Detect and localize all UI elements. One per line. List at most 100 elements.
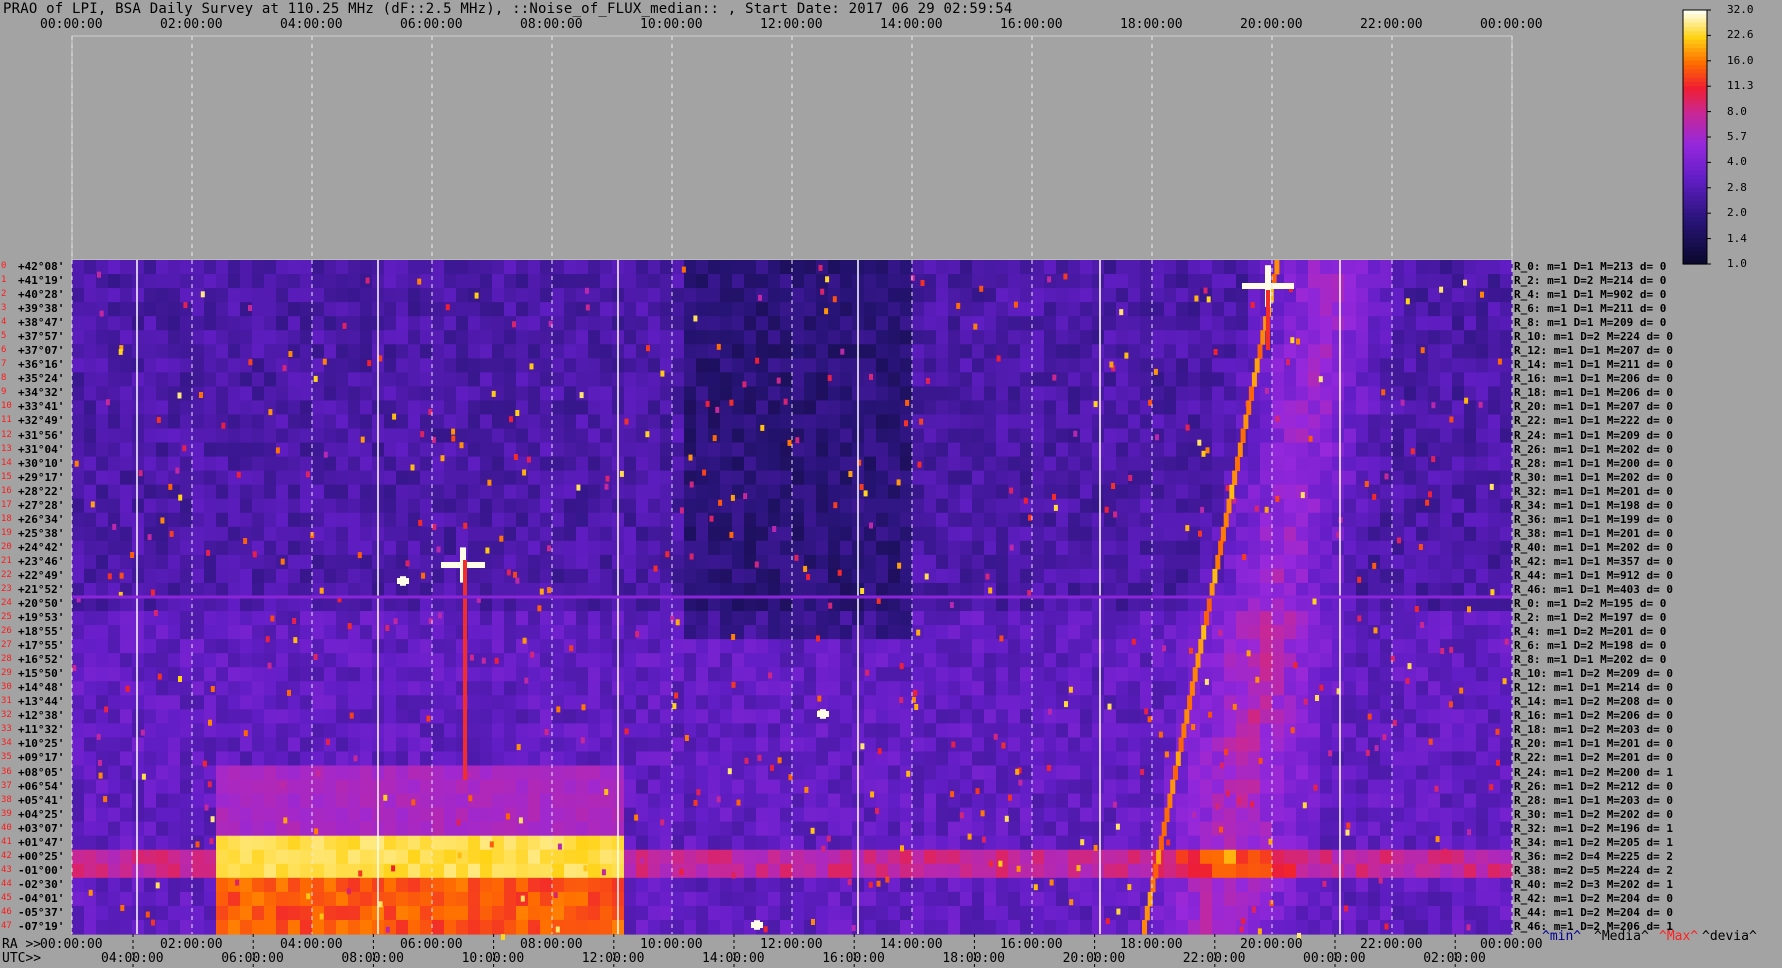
heatmap-cell <box>288 695 301 710</box>
heatmap-cell <box>1188 751 1201 767</box>
heatmap-cell <box>1200 400 1213 416</box>
heatmap-cell <box>1224 821 1237 837</box>
heatmap-cell <box>108 639 121 654</box>
heatmap-cell <box>72 779 85 795</box>
heatmap-cell <box>360 260 373 275</box>
heatmap-cell <box>864 442 877 458</box>
heatmap-cell <box>348 470 361 486</box>
heatmap-cell <box>1320 260 1333 275</box>
heatmap-cell <box>1428 512 1441 528</box>
heatmap-cell <box>420 302 433 317</box>
heatmap-cell <box>768 695 781 710</box>
heatmap-cell <box>1092 779 1105 795</box>
heatmap-cell <box>1200 765 1213 781</box>
heatmap-cell <box>1200 358 1213 373</box>
heatmap-cell <box>1044 667 1057 682</box>
heatmap-cell <box>1212 442 1225 458</box>
heatmap-cell <box>120 302 133 317</box>
heatmap-cell <box>120 288 133 303</box>
heatmap-cell <box>1056 344 1069 359</box>
heatmap-cell <box>120 765 133 781</box>
heatmap-cell <box>468 442 481 458</box>
heatmap-cell <box>336 274 349 289</box>
heatmap-cell <box>780 316 793 331</box>
heatmap-cell <box>900 667 913 682</box>
heatmap-cell <box>180 597 193 612</box>
heatmap-cell <box>552 358 565 373</box>
heatmap-cell <box>564 611 577 626</box>
heatmap-cell <box>288 260 301 275</box>
heatmap-cell <box>396 540 409 556</box>
heatmap-cell <box>72 302 85 317</box>
heatmap-cell <box>1188 260 1201 275</box>
heatmap-cell <box>564 470 577 486</box>
heatmap-cell <box>1104 456 1117 472</box>
heatmap-cell <box>1296 302 1309 317</box>
heatmap-cell <box>840 316 853 331</box>
heatmap-cell <box>1092 386 1105 402</box>
heatmap-cell <box>744 709 757 724</box>
heatmap-cell <box>1392 695 1405 710</box>
heatmap-cell <box>660 568 673 584</box>
heatmap-cell <box>276 260 289 275</box>
heatmap-cell <box>744 512 757 528</box>
heatmap-cell <box>528 667 541 682</box>
heatmap-cell <box>624 667 637 682</box>
heatmap-cell <box>984 288 997 303</box>
heatmap-cell <box>756 807 769 823</box>
heatmap-cell <box>1260 597 1273 612</box>
heatmap-cell <box>504 667 517 682</box>
heatmap-cell <box>360 751 373 767</box>
heatmap-cell <box>1308 568 1321 584</box>
heatmap-cell <box>660 709 673 724</box>
heatmap-cell <box>120 751 133 767</box>
heatmap-cell <box>1476 540 1489 556</box>
heatmap-cell <box>252 302 265 317</box>
heatmap-cell <box>144 597 157 612</box>
heatmap-cell <box>180 807 193 823</box>
heatmap-cell <box>1440 344 1453 359</box>
heatmap-cell <box>216 779 229 795</box>
heatmap-cell <box>228 428 241 444</box>
heatmap-cell <box>1068 597 1081 612</box>
heatmap-cell <box>576 358 589 373</box>
heatmap-cell <box>1464 260 1477 275</box>
heatmap-cell <box>936 400 949 416</box>
heatmap-cell <box>924 737 937 753</box>
heatmap-cell <box>876 428 889 444</box>
heatmap-cell <box>228 625 241 640</box>
heatmap-cell <box>1032 765 1045 781</box>
heatmap-cell <box>1200 737 1213 753</box>
heatmap-cell <box>924 779 937 795</box>
heatmap-cell <box>936 625 949 640</box>
heatmap-cell <box>864 456 877 472</box>
heatmap-cell <box>1344 540 1357 556</box>
heatmap-cell <box>1464 358 1477 373</box>
heatmap-cell <box>288 597 301 612</box>
heatmap-cell <box>1164 568 1177 584</box>
heatmap-cell <box>1176 316 1189 331</box>
heatmap-cell <box>780 274 793 289</box>
heatmap-cell <box>1428 597 1441 612</box>
heatmap-cell <box>708 316 721 331</box>
heatmap-cell <box>720 751 733 767</box>
heatmap-cell <box>396 723 409 739</box>
heatmap-cell <box>660 330 673 345</box>
heatmap-cell <box>1272 582 1285 598</box>
heatmap-cell <box>420 667 433 682</box>
heatmap-cell <box>1104 526 1117 542</box>
heatmap-cell <box>216 709 229 724</box>
heatmap-cell <box>1116 709 1129 724</box>
heatmap-cell <box>144 568 157 584</box>
heatmap-cell <box>1272 526 1285 542</box>
heatmap-cell <box>576 330 589 345</box>
heatmap-cell <box>336 316 349 331</box>
heatmap-cell <box>1296 582 1309 598</box>
heatmap-cell <box>408 498 421 514</box>
heatmap-cell <box>624 302 637 317</box>
heatmap-cell <box>816 807 829 823</box>
heatmap-cell <box>816 554 829 570</box>
heatmap-cell <box>780 737 793 753</box>
heatmap-cell <box>84 442 97 458</box>
heatmap-cell <box>996 554 1009 570</box>
